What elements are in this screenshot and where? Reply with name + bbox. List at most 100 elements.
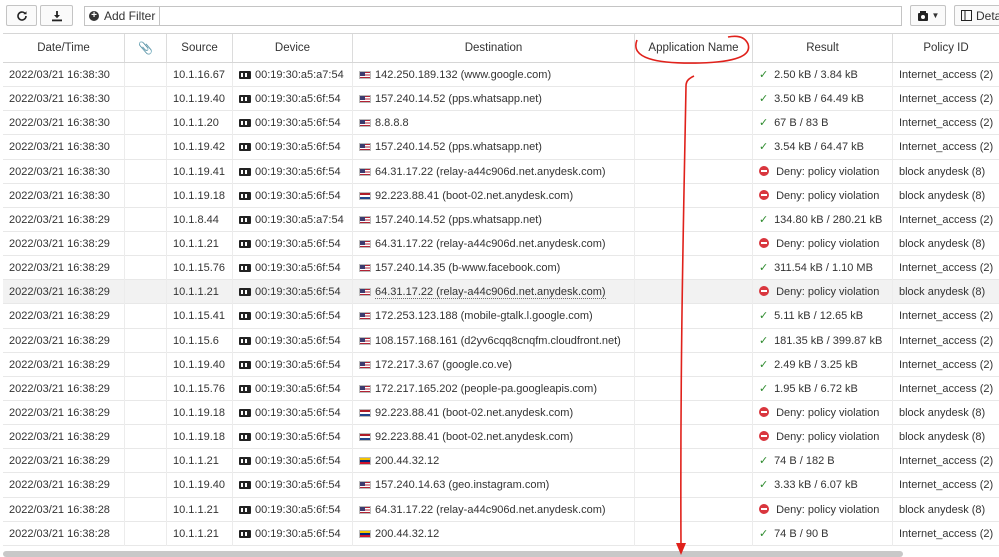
table-row[interactable]: 2022/03/21 16:38:29 10.1.19.40 00:19:30:a5… <box>3 352 999 377</box>
table-row[interactable]: 2022/03/21 16:38:30 10.1.19.18 00:19:30:a5… <box>3 183 999 208</box>
table-row[interactable]: 2022/03/21 16:38:29 10.1.15.6 00:19:30:a5:… <box>3 328 999 353</box>
column-header-destination[interactable]: Destination <box>353 34 635 62</box>
deny-icon <box>759 189 769 200</box>
table-row[interactable]: 2022/03/21 16:38:30 10.1.19.42 00:19:30:a5… <box>3 135 999 160</box>
table-row[interactable]: 2022/03/21 16:38:28 10.1.1.21 00:19:30:a5:… <box>3 521 999 546</box>
check-icon: ✓ <box>759 213 769 226</box>
table-row[interactable]: 2022/03/21 16:38:30 10.1.19.40 00:19:30:a5… <box>3 87 999 112</box>
cell-attachment <box>125 497 167 522</box>
device-icon <box>239 336 251 345</box>
cell-datetime: 2022/03/21 16:38:30 <box>3 159 125 184</box>
cell-datetime: 2022/03/21 16:38:29 <box>3 473 125 498</box>
table-row[interactable]: 2022/03/21 16:38:29 10.1.1.21 00:19:30:a5:… <box>3 449 999 474</box>
cell-policy-id: block anydesk (8) <box>899 165 986 178</box>
table-header: Date/Time 📎 Source Device Destination Ap… <box>3 33 999 63</box>
table-row[interactable]: 2022/03/21 16:38:29 10.1.19.40 00:19:30:a5… <box>3 473 999 498</box>
check-icon: ✓ <box>759 310 769 323</box>
cell-application-name <box>635 87 753 112</box>
table-row[interactable]: 2022/03/21 16:38:28 10.1.1.21 00:19:30:a5:… <box>3 497 999 522</box>
add-filter-button[interactable]: + Add Filter <box>85 7 161 25</box>
table-row[interactable]: 2022/03/21 16:38:30 10.1.1.20 00:19:30:a5:… <box>3 111 999 136</box>
column-header-policy-id[interactable]: Policy ID <box>893 34 999 62</box>
destination-text: 64.31.17.22 (relay-a44c906d.net.anydesk.… <box>375 503 606 516</box>
cell-source: 10.1.1.21 <box>167 231 233 256</box>
cell-datetime: 2022/03/21 16:38:29 <box>3 449 125 474</box>
cell-result: Deny: policy violation <box>753 183 893 208</box>
destination-text: 172.217.3.67 (google.co.ve) <box>375 358 512 371</box>
device-dropdown-button[interactable]: ▼ <box>910 5 946 26</box>
result-text: 2.49 kB / 3.25 kB <box>774 358 858 371</box>
flag-us-icon <box>359 215 371 224</box>
cell-datetime: 2022/03/21 16:38:30 <box>3 111 125 136</box>
table-row[interactable]: 2022/03/21 16:38:29 10.1.19.18 00:19:30:a5… <box>3 425 999 450</box>
cell-result: ✓ 74 B / 90 B <box>753 521 893 546</box>
cell-result: ✓ 5.11 kB / 12.65 kB <box>753 304 893 329</box>
cell-device: 00:19:30:a5:6f:54 <box>233 183 353 208</box>
table-row[interactable]: 2022/03/21 16:38:29 10.1.15.41 00:19:30:a5… <box>3 304 999 329</box>
check-icon: ✓ <box>759 69 769 81</box>
cell-attachment <box>125 280 167 305</box>
filter-bar[interactable]: + Add Filter <box>84 6 902 26</box>
cell-destination: 157.240.14.52 (pps.whatsapp.net) <box>353 87 635 112</box>
table-row[interactable]: 2022/03/21 16:38:30 10.1.16.67 00:19:30:a5… <box>3 63 999 88</box>
cell-device: 00:19:30:a5:6f:54 <box>233 352 353 377</box>
cell-destination: 200.44.32.12 <box>353 449 635 474</box>
cell-attachment <box>125 231 167 256</box>
table-row[interactable]: 2022/03/21 16:38:29 10.1.1.21 00:19:30:a5:… <box>3 280 999 305</box>
cell-application-name <box>635 376 753 401</box>
download-button[interactable] <box>40 5 73 26</box>
device-icon <box>239 433 251 442</box>
destination-text: 157.240.14.63 (geo.instagram.com) <box>375 479 550 492</box>
cell-datetime: 2022/03/21 16:38:29 <box>3 280 125 305</box>
cell-application-name <box>635 135 753 160</box>
cell-policy-id: Internet_access (2) <box>899 334 994 347</box>
toolbar: + Add Filter ▼ Deta <box>0 0 999 33</box>
column-header-attachment[interactable]: 📎 <box>125 34 167 62</box>
device-mac: 00:19:30:a5:6f:54 <box>255 382 341 395</box>
cell-policy-id: Internet_access (2) <box>899 262 994 275</box>
cell-datetime: 2022/03/21 16:38:28 <box>3 497 125 522</box>
cell-application-name <box>635 352 753 377</box>
check-icon: ✓ <box>759 117 769 130</box>
destination-text: 157.240.14.52 (pps.whatsapp.net) <box>375 93 542 106</box>
column-header-device[interactable]: Device <box>233 34 353 62</box>
cell-source: 10.1.19.18 <box>167 400 233 425</box>
table-row[interactable]: 2022/03/21 16:38:29 10.1.15.76 00:19:30:a5… <box>3 256 999 281</box>
table-row[interactable]: 2022/03/21 16:38:29 10.1.1.21 00:19:30:a5:… <box>3 231 999 257</box>
cell-application-name <box>635 280 753 305</box>
column-header-datetime[interactable]: Date/Time <box>3 34 125 62</box>
destination-text: 172.253.123.188 (mobile-gtalk.l.google.c… <box>375 310 593 323</box>
deny-icon <box>759 165 769 176</box>
horizontal-scrollbar[interactable] <box>3 551 903 557</box>
refresh-button[interactable] <box>6 5 37 26</box>
device-icon <box>239 529 251 538</box>
device-mac: 00:19:30:a5:6f:54 <box>255 310 341 323</box>
table-row[interactable]: 2022/03/21 16:38:29 10.1.15.76 00:19:30:a5… <box>3 376 999 401</box>
column-header-result[interactable]: Result <box>753 34 893 62</box>
cell-application-name <box>635 111 753 136</box>
destination-text: 157.240.14.35 (b-www.facebook.com) <box>375 262 561 275</box>
cell-source: 10.1.15.6 <box>167 328 233 353</box>
flag-ve-icon <box>359 457 371 466</box>
cell-result: ✓ 2.50 kB / 3.84 kB <box>753 63 893 87</box>
cell-application-name <box>635 231 753 256</box>
device-icon <box>239 312 251 321</box>
cell-destination: 172.253.123.188 (mobile-gtalk.l.google.c… <box>353 304 635 329</box>
cell-attachment <box>125 473 167 498</box>
cell-destination: 64.31.17.22 (relay-a44c906d.net.anydesk.… <box>353 231 635 256</box>
flag-us-icon <box>359 360 371 369</box>
table-row[interactable]: 2022/03/21 16:38:29 10.1.19.18 00:19:30:a5… <box>3 400 999 426</box>
table-row[interactable]: 2022/03/21 16:38:30 10.1.19.41 00:19:30:a5… <box>3 159 999 184</box>
flag-us-icon <box>359 264 371 273</box>
cell-source: 10.1.1.21 <box>167 497 233 522</box>
cell-result: ✓ 1.95 kB / 6.72 kB <box>753 376 893 401</box>
table-row[interactable]: 2022/03/21 16:38:29 10.1.8.44 00:19:30:a5:… <box>3 207 999 232</box>
details-button[interactable]: Deta <box>954 5 999 26</box>
destination-text: 200.44.32.12 <box>375 455 440 468</box>
result-text: 74 B / 182 B <box>774 455 835 468</box>
cell-result: ✓ 3.54 kB / 64.47 kB <box>753 135 893 160</box>
flag-us-icon <box>359 288 371 297</box>
column-header-application-name[interactable]: Application Name <box>635 34 753 62</box>
cell-datetime: 2022/03/21 16:38:30 <box>3 63 125 87</box>
column-header-source[interactable]: Source <box>167 34 233 62</box>
